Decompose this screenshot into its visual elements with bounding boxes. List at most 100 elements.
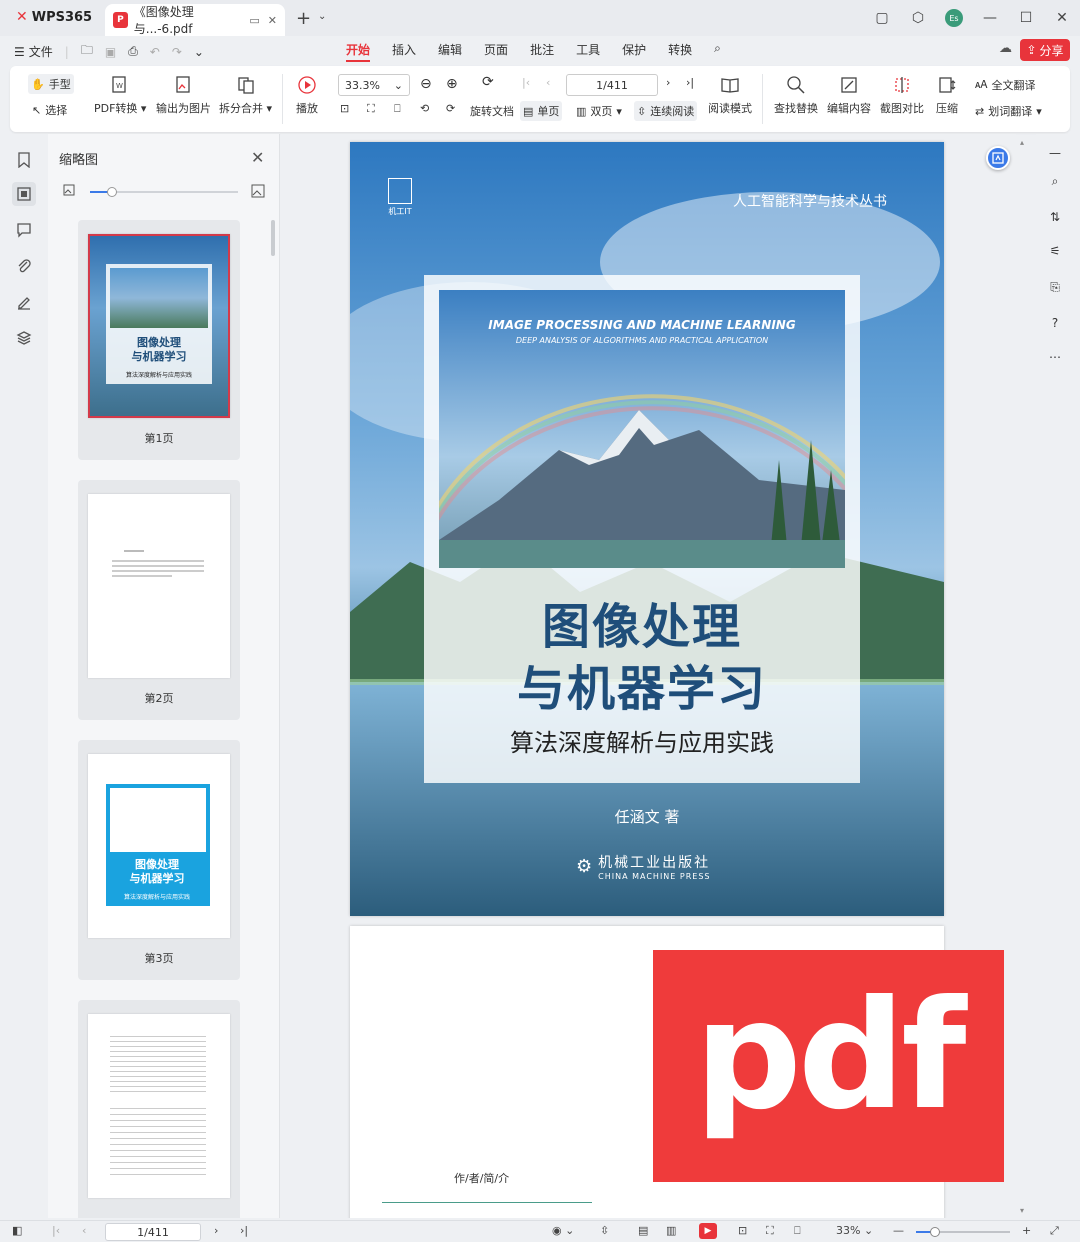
hand-tool-button[interactable]: ✋ 手型 <box>28 74 74 94</box>
fit-width-icon[interactable]: ⊡ <box>340 102 349 115</box>
status-zoom-slider[interactable] <box>916 1227 1010 1237</box>
share-button[interactable]: ⇪ 分享 <box>1020 39 1070 61</box>
comment-icon[interactable] <box>12 218 36 242</box>
last-page-icon[interactable]: ›| <box>686 76 694 89</box>
thumb-size-slider[interactable] <box>90 187 238 197</box>
split-merge-button[interactable]: 拆分合并 ▾ <box>219 74 272 116</box>
continuous-read-button[interactable]: ⇳ 连续阅读 <box>634 101 698 121</box>
fit-page-icon[interactable]: ⛶ <box>367 102 375 116</box>
select-tool-button[interactable]: ↖ 选择 <box>32 102 67 118</box>
sidebar-toggle-icon[interactable]: ◧ <box>12 1224 22 1237</box>
cloud-icon[interactable]: ☁ <box>999 41 1012 56</box>
window-close-icon[interactable]: ✕ <box>1044 0 1080 36</box>
maximize-icon[interactable]: ☐ <box>1008 0 1044 36</box>
document-tab[interactable]: P 《图像处理与...-6.pdf ▭ ✕ <box>105 4 285 36</box>
status-next-page-icon[interactable]: › <box>214 1224 218 1237</box>
status-zoom-select[interactable]: 33% ⌄ <box>836 1224 873 1237</box>
small-thumb-icon[interactable] <box>63 184 75 196</box>
bookmark-icon[interactable] <box>12 148 36 172</box>
first-page-icon[interactable]: |‹ <box>522 76 530 89</box>
cube-icon[interactable]: ⬡ <box>900 0 936 36</box>
status-fit-page-icon[interactable]: ⛶ <box>766 1224 774 1238</box>
scroll-down-icon[interactable]: ▾ <box>1020 1206 1024 1215</box>
rotate-left-icon[interactable]: ⟲ <box>420 102 429 115</box>
file-menu[interactable]: ☰ 文件 <box>14 43 53 60</box>
attachment-icon[interactable] <box>12 254 36 278</box>
full-translate-button[interactable]: 🗚 全文翻译 <box>975 77 1035 93</box>
edit-content-button[interactable]: 编辑内容 <box>827 74 871 116</box>
status-continuous-icon[interactable]: ⇳ <box>600 1224 609 1237</box>
rotate-doc-icon[interactable]: ⟳ <box>482 74 494 90</box>
book-search-icon[interactable]: ⎘ <box>1044 276 1066 298</box>
large-thumb-icon[interactable] <box>251 184 265 198</box>
status-zoom-out-icon[interactable]: — <box>893 1224 904 1237</box>
tab-list-chevron-icon[interactable]: ⌄ <box>318 11 326 22</box>
collapse-icon[interactable]: — <box>1044 142 1066 164</box>
new-tab-icon[interactable]: + <box>296 8 311 29</box>
help-icon[interactable]: ? <box>1044 312 1066 334</box>
minimize-icon[interactable]: — <box>972 0 1008 36</box>
crop-compare-button[interactable]: 截图对比 <box>880 74 924 116</box>
zoom-in-icon[interactable]: ⊕ <box>446 76 458 92</box>
menu-page[interactable]: 页面 <box>484 41 508 62</box>
more-icon[interactable]: ⋯ <box>1044 346 1066 368</box>
find-replace-button[interactable]: 查找替换 <box>774 74 818 116</box>
redo-icon[interactable]: ↷ <box>172 45 182 59</box>
next-page-icon[interactable]: › <box>666 76 670 89</box>
signature-icon[interactable] <box>12 290 36 314</box>
status-page-input[interactable]: 1/411 <box>105 1223 201 1241</box>
scroll-up-icon[interactable]: ▴ <box>1020 138 1024 147</box>
status-first-page-icon[interactable]: |‹ <box>52 1224 60 1237</box>
status-play-icon[interactable]: ▶ <box>699 1223 717 1239</box>
status-double-page-icon[interactable]: ▥ <box>666 1224 676 1237</box>
rotate-right-icon[interactable]: ⟳ <box>446 102 455 115</box>
zoom-select[interactable]: 33.3% ⌄ <box>338 74 410 96</box>
prev-page-icon[interactable]: ‹ <box>546 76 550 89</box>
zoom-out-icon[interactable]: ⊖ <box>420 76 432 92</box>
status-single-page-icon[interactable]: ▤ <box>638 1224 648 1237</box>
settings-sliders-icon[interactable]: ⚟ <box>1044 240 1066 262</box>
thumbnail-page-3[interactable]: 图像处理 与机器学习 算法深度解析与应用实践 第3页 <box>78 740 240 980</box>
fullscreen-icon[interactable]: ⤢ <box>1050 1224 1059 1238</box>
thumbnail-page-2[interactable]: 第2页 <box>78 480 240 720</box>
status-zoom-in-icon[interactable]: + <box>1022 1224 1031 1237</box>
menu-tools[interactable]: 工具 <box>576 41 600 62</box>
word-translate-button[interactable]: ⇄ 划词翻译 ▾ <box>975 103 1042 119</box>
thumbnail-icon[interactable] <box>12 182 36 206</box>
eye-icon[interactable]: ◉ ⌄ <box>552 1224 574 1237</box>
single-page-button[interactable]: ▤ 单页 <box>520 101 563 121</box>
page-input[interactable]: 1/411 <box>566 74 658 96</box>
menu-insert[interactable]: 插入 <box>392 41 416 62</box>
thumbnail-page-4[interactable] <box>78 1000 240 1218</box>
wps-logo[interactable]: ✕ WPS365 <box>16 9 92 25</box>
status-prev-page-icon[interactable]: ‹ <box>82 1224 86 1237</box>
floating-translate-icon[interactable] <box>986 146 1010 170</box>
print-icon[interactable]: ⎙ <box>128 44 138 59</box>
sync-icon[interactable]: ⇅ <box>1044 206 1066 228</box>
panel-close-icon[interactable]: ✕ <box>251 148 264 167</box>
read-mode-button[interactable]: 阅读模式 <box>708 74 752 116</box>
document-view[interactable]: 机工IT 人工智能科学与技术丛书 IMAGE PROCESSING AND MA… <box>281 134 1016 1218</box>
layers-icon[interactable] <box>12 326 36 350</box>
reader-icon[interactable]: ▢ <box>864 0 900 36</box>
menu-edit[interactable]: 编辑 <box>438 41 462 62</box>
status-fit-width-icon[interactable]: ⊡ <box>738 1224 747 1237</box>
menu-convert[interactable]: 转换 <box>668 41 692 62</box>
export-image-button[interactable]: 输出为图片 <box>156 74 211 116</box>
menu-home[interactable]: 开始 <box>346 41 371 62</box>
menu-search-icon[interactable]: ⌕ <box>714 41 721 62</box>
actual-size-icon[interactable]: ⎕ <box>394 102 401 116</box>
folder-icon[interactable]: 🗀 <box>81 41 93 62</box>
status-last-page-icon[interactable]: ›| <box>240 1224 248 1237</box>
save-icon[interactable]: ▣ <box>105 45 116 59</box>
double-page-button[interactable]: ▥ 双页 ▾ <box>576 103 622 119</box>
rotate-doc-button[interactable]: 旋转文档 <box>470 103 514 119</box>
tab-monitor-icon[interactable]: ▭ <box>249 14 259 27</box>
menu-annotate[interactable]: 批注 <box>530 41 554 62</box>
undo-icon[interactable]: ↶ <box>150 45 160 59</box>
status-actual-size-icon[interactable]: ⎕ <box>794 1224 801 1238</box>
quick-access-chevron-icon[interactable]: ⌄ <box>194 45 204 59</box>
pdf-convert-button[interactable]: W PDF转换 ▾ <box>94 74 146 116</box>
right-search-icon[interactable]: ⌕ <box>1044 170 1066 192</box>
user-avatar[interactable]: Es <box>936 0 972 36</box>
